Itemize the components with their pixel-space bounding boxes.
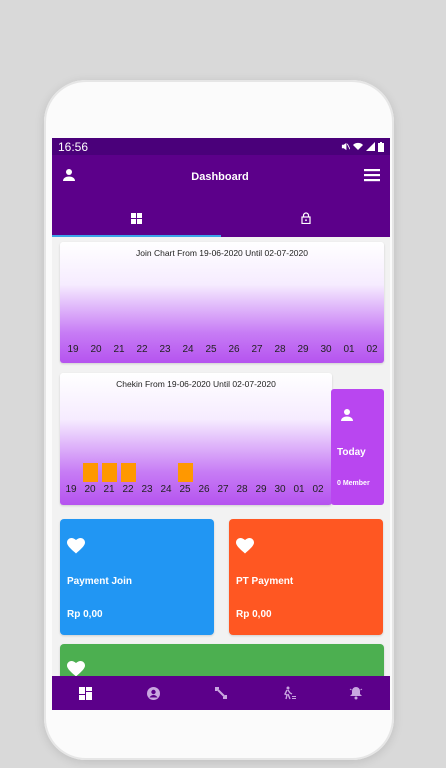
dashboard-icon (131, 212, 142, 224)
x-tick-label: 26 (228, 344, 240, 355)
x-tick-label: 23 (141, 484, 153, 495)
x-tick-label: 20 (84, 484, 96, 495)
tab-indicator (52, 235, 221, 237)
tab-bar (52, 199, 390, 237)
x-tick-label: 20 (90, 344, 102, 355)
pt-payment-title: PT Payment (236, 576, 294, 587)
nav-dashboard[interactable] (66, 676, 106, 710)
x-tick-label: 30 (274, 484, 286, 495)
page-title: Dashboard (191, 171, 249, 183)
payment-join-title: Payment Join (67, 576, 133, 587)
person-icon (341, 409, 353, 421)
x-tick-label: 23 (159, 344, 171, 355)
nav-account[interactable] (133, 676, 173, 710)
today-card[interactable]: Today 0 Member (331, 389, 384, 505)
mute-icon (341, 142, 350, 151)
payment-join-amount: Rp 0,00 (67, 609, 103, 620)
x-tick-label: 29 (255, 484, 267, 495)
today-member-count: 0 Member (337, 480, 370, 487)
person-walking-icon (283, 686, 296, 700)
x-tick-label: 28 (274, 344, 286, 355)
x-tick-label: 02 (312, 484, 324, 495)
battery-icon (378, 141, 384, 152)
join-chart-card: Join Chart From 19-06-2020 Until 02-07-2… (60, 242, 384, 363)
heart-icon (236, 538, 254, 554)
checkin-bar (82, 463, 98, 482)
x-tick-label: 21 (113, 344, 125, 355)
x-tick-label: 21 (103, 484, 115, 495)
x-tick-label: 22 (122, 484, 134, 495)
nav-notifications[interactable] (336, 676, 376, 710)
signal-icon (366, 142, 375, 151)
app-screen: 16:56 Dashboard Join Chart From 19-06-20… (52, 138, 390, 710)
checkin-chart-card: Chekin From 19-06-2020 Until 02-07-2020 … (60, 373, 332, 505)
app-bar: Dashboard (52, 155, 390, 199)
status-icons (341, 141, 384, 152)
pt-payment-amount: Rp 0,00 (236, 609, 272, 620)
payment-join-tile[interactable]: Payment Join Rp 0,00 (60, 519, 214, 635)
account-circle-icon (146, 686, 160, 700)
pt-payment-tile[interactable]: PT Payment Rp 0,00 (229, 519, 383, 635)
fitness-icon (214, 687, 227, 699)
x-tick-label: 01 (343, 344, 355, 355)
heart-icon (67, 661, 85, 677)
join-chart-title: Join Chart From 19-06-2020 Until 02-07-2… (136, 248, 308, 258)
bottom-navigation (52, 676, 390, 710)
notification-bell-icon (349, 687, 363, 700)
x-tick-label: 25 (205, 344, 217, 355)
today-label: Today (337, 447, 366, 458)
tab-dashboard[interactable] (52, 199, 221, 237)
x-tick-label: 19 (67, 344, 79, 355)
x-tick-label: 27 (217, 484, 229, 495)
checkin-bar (101, 463, 117, 482)
x-tick-label: 25 (179, 484, 191, 495)
nav-checkin[interactable] (269, 676, 309, 710)
checkin-bar (177, 463, 193, 482)
wifi-icon (353, 142, 363, 150)
x-tick-label: 01 (293, 484, 305, 495)
lock-icon (300, 212, 311, 224)
x-tick-label: 02 (366, 344, 378, 355)
menu-icon (364, 168, 380, 181)
x-tick-label: 24 (160, 484, 172, 495)
checkin-chart-title: Chekin From 19-06-2020 Until 02-07-2020 (116, 379, 276, 389)
heart-icon (67, 538, 85, 554)
x-tick-label: 27 (251, 344, 263, 355)
x-tick-label: 22 (136, 344, 148, 355)
x-tick-label: 29 (297, 344, 309, 355)
x-tick-label: 24 (182, 344, 194, 355)
x-tick-label: 30 (320, 344, 332, 355)
checkin-bar (120, 463, 136, 482)
status-bar: 16:56 (52, 138, 390, 155)
profile-button[interactable] (62, 168, 76, 187)
x-tick-label: 19 (65, 484, 77, 495)
x-tick-label: 26 (198, 484, 210, 495)
nav-fitness[interactable] (201, 676, 241, 710)
dashboard-icon (79, 686, 93, 700)
menu-button[interactable] (364, 168, 380, 187)
person-icon (63, 168, 75, 181)
status-time: 16:56 (58, 139, 89, 154)
tab-lock[interactable] (221, 199, 390, 237)
x-tick-label: 28 (236, 484, 248, 495)
